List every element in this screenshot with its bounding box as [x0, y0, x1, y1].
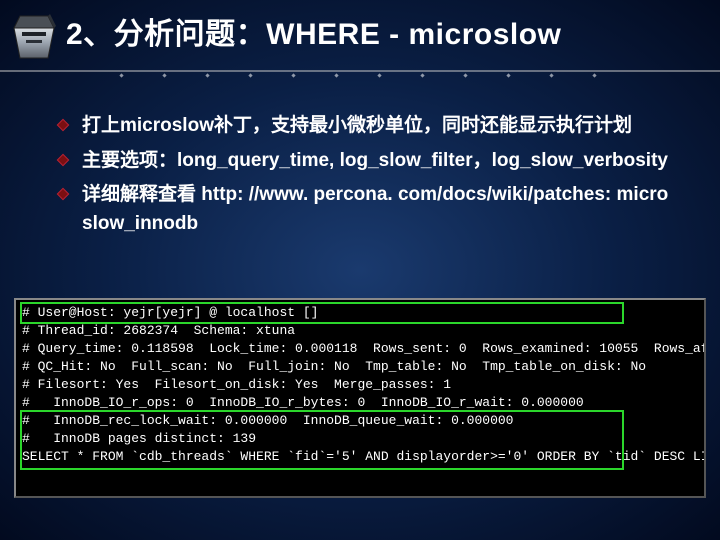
terminal-line: # Filesort: Yes Filesort_on_disk: Yes Me…: [22, 376, 698, 394]
terminal-line: # InnoDB_rec_lock_wait: 0.000000 InnoDB_…: [22, 412, 698, 430]
bullet-text: 详细解释查看 http: //www. percona. com/docs/wi…: [82, 184, 668, 234]
slide: 2、分析问题：WHERE - microslow 打上microslow补丁，支…: [0, 0, 720, 540]
diamond-bullet-icon: [56, 118, 70, 132]
header: 2、分析问题：WHERE - microslow: [0, 0, 720, 72]
diamond-bullet-icon: [56, 187, 70, 201]
content-area: 打上microslow补丁，支持最小微秒单位，同时还能显示执行计划 主要选项：l…: [0, 72, 720, 238]
list-item: 打上microslow补丁，支持最小微秒单位，同时还能显示执行计划: [56, 112, 678, 141]
decorative-dots: [120, 74, 596, 77]
bullet-text: 打上microslow补丁，支持最小微秒单位，同时还能显示执行计划: [82, 115, 632, 136]
page-title: 2、分析问题：WHERE - microslow: [66, 8, 561, 54]
bullet-list: 打上microslow补丁，支持最小微秒单位，同时还能显示执行计划 主要选项：l…: [56, 112, 678, 238]
terminal-line: # QC_Hit: No Full_scan: No Full_join: No…: [22, 358, 698, 376]
list-item: 详细解释查看 http: //www. percona. com/docs/wi…: [56, 181, 678, 238]
terminal-line: # User@Host: yejr[yejr] @ localhost []: [22, 304, 698, 322]
terminal-line: # InnoDB_IO_r_ops: 0 InnoDB_IO_r_bytes: …: [22, 394, 698, 412]
bullet-text: 主要选项：long_query_time, log_slow_filter，lo…: [82, 150, 668, 171]
terminal-line: SELECT * FROM `cdb_threads` WHERE `fid`=…: [22, 448, 698, 466]
terminal-line: # Query_time: 0.118598 Lock_time: 0.0001…: [22, 340, 698, 358]
diamond-bullet-icon: [56, 153, 70, 167]
drive-bay-icon: [8, 10, 60, 62]
terminal-line: # Thread_id: 2682374 Schema: xtuna: [22, 322, 698, 340]
terminal-line: # InnoDB pages distinct: 139: [22, 430, 698, 448]
terminal-output: # User@Host: yejr[yejr] @ localhost [] #…: [14, 298, 706, 498]
list-item: 主要选项：long_query_time, log_slow_filter，lo…: [56, 147, 678, 176]
